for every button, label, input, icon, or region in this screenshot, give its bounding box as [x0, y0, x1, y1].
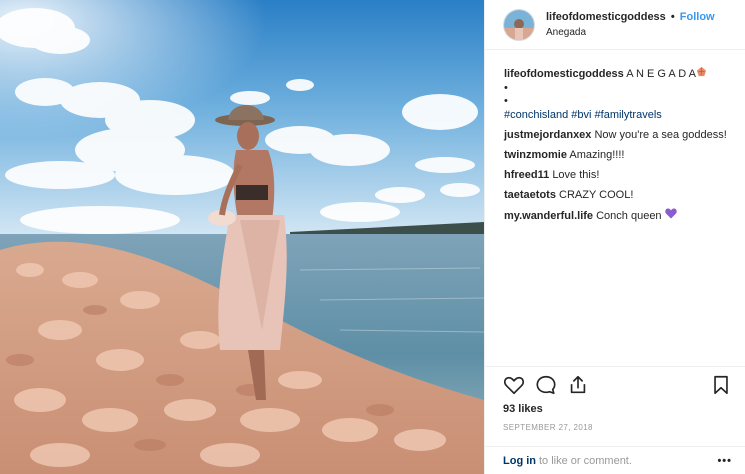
post-date: SEPTEMBER 27, 2018 — [503, 423, 593, 432]
caption-text: A N E G A D A — [626, 68, 696, 80]
comment-item: taetaetots CRAZY COOL! — [504, 188, 731, 203]
comment-text: Love this! — [552, 169, 600, 181]
post-sidebar: lifeofdomesticgoddess • Follow Anegada l… — [484, 0, 745, 474]
caption: lifeofdomesticgoddess A N E G A D A — [504, 66, 731, 82]
share-icon[interactable] — [567, 374, 589, 396]
shell-emoji-icon — [696, 66, 707, 80]
login-prompt: to like or comment. — [539, 454, 632, 467]
comment-username[interactable]: hfreed11 — [504, 169, 549, 181]
caption-bullet: • — [504, 82, 508, 94]
comment-icon[interactable] — [535, 374, 557, 396]
purple-heart-icon — [664, 208, 677, 222]
hashtag-link[interactable]: #conchisland — [504, 109, 568, 121]
follow-button[interactable]: Follow — [680, 11, 715, 23]
bookmark-icon[interactable] — [710, 374, 732, 396]
login-link[interactable]: Log in — [503, 455, 536, 467]
more-options-button[interactable]: ••• — [717, 455, 732, 467]
instagram-post: lifeofdomesticgoddess • Follow Anegada l… — [0, 0, 745, 474]
comment-text: Now you're a sea goddess! — [594, 129, 727, 141]
comments-list: lifeofdomesticgoddess A N E G A D A • • … — [485, 50, 745, 224]
caption-bullet: • — [504, 95, 508, 107]
post-actions: 93 likes SEPTEMBER 27, 2018 — [485, 366, 745, 432]
comment-username[interactable]: justmejordanxex — [504, 129, 591, 141]
hashtag-link[interactable]: #bvi — [571, 109, 591, 121]
post-photo[interactable] — [0, 0, 484, 474]
comment-item: my.wanderful.life Conch queen — [504, 208, 731, 224]
avatar-image — [504, 9, 534, 40]
likes-count[interactable]: 93 likes — [503, 403, 732, 415]
comment-text: CRAZY COOL! — [559, 189, 634, 201]
hashtag-link[interactable]: #familytravels — [595, 109, 662, 121]
comment-username[interactable]: taetaetots — [504, 189, 556, 201]
comment-item: justmejordanxex Now you're a sea goddess… — [504, 128, 731, 143]
comment-text: Conch queen — [596, 210, 662, 222]
header-separator: • — [670, 11, 675, 23]
comment-item: hfreed11 Love this! — [504, 168, 731, 183]
comment-username[interactable]: my.wanderful.life — [504, 210, 593, 222]
post-header: lifeofdomesticgoddess • Follow Anegada — [485, 0, 745, 50]
avatar[interactable] — [503, 8, 535, 41]
beach-photo-image — [0, 0, 484, 474]
login-footer: Log in to like or comment. ••• — [485, 446, 745, 474]
location-link[interactable]: Anegada — [546, 27, 715, 38]
caption-hashtags: #conchisland #bvi #familytravels — [504, 108, 731, 123]
heart-icon[interactable] — [503, 374, 525, 396]
comment-item: twinzmomie Amazing!!!! — [504, 148, 731, 163]
caption-username[interactable]: lifeofdomesticgoddess — [504, 68, 624, 80]
comment-username[interactable]: twinzmomie — [504, 149, 567, 161]
header-username[interactable]: lifeofdomesticgoddess — [546, 11, 666, 23]
comment-text: Amazing!!!! — [569, 149, 625, 161]
